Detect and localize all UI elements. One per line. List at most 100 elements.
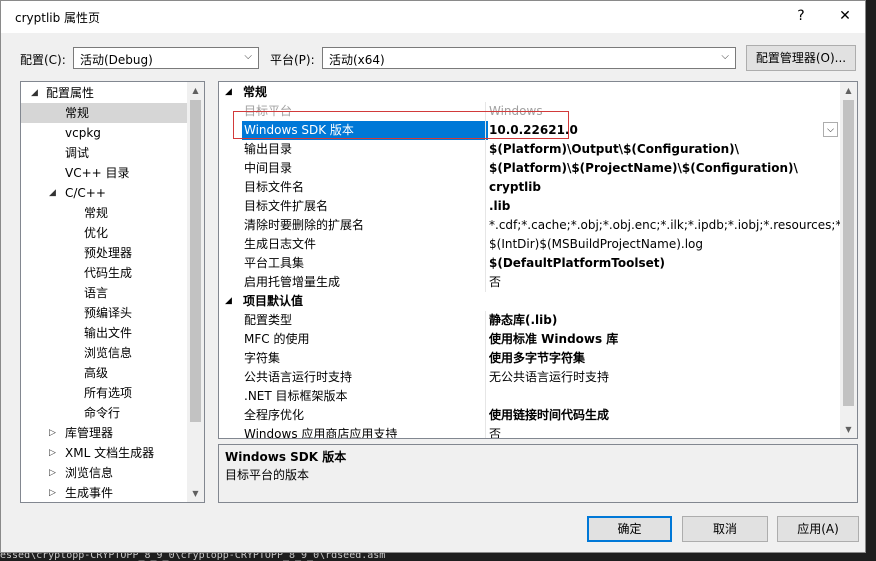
tree-item-vc-directories[interactable]: VC++ 目录 [21,163,187,183]
tree-item-label: 库管理器 [65,426,114,440]
tree-item-librarian[interactable]: ▷ 库管理器 [21,423,187,443]
chevron-down-icon[interactable]: ⌵ [823,122,838,137]
grid-row-charset[interactable]: 字符集 使用多字节字符集 [219,349,840,368]
tree-item-vcpkg[interactable]: vcpkg [21,123,187,143]
expanded-icon[interactable]: ◢ [225,83,232,102]
tree-item-cpp-pch[interactable]: 预编译头 [21,303,187,323]
tree-item-build-events[interactable]: ▷ 生成事件 [21,483,187,502]
tree-item-cpp[interactable]: ◢ C/C++ [21,183,187,203]
grid-category-general[interactable]: ◢ 常规 [219,83,840,102]
config-manager-button[interactable]: 配置管理器(O)... [746,45,856,71]
grid-row-output-dir[interactable]: 输出目录 $(Platform)\Output\$(Configuration)… [219,140,840,159]
collapsed-icon[interactable]: ▷ [49,483,56,502]
tree-item-cpp-advanced[interactable]: 高级 [21,363,187,383]
tree-item-browse-info[interactable]: ▷ 浏览信息 [21,463,187,483]
property-name: 目标平台 [244,104,293,118]
grid-row-build-log[interactable]: 生成日志文件 $(IntDir)$(MSBuildProjectName).lo… [219,235,840,254]
property-name: 中间目录 [244,161,293,175]
grid-row-store-app-support[interactable]: Windows 应用商店应用支持 否 [219,425,840,439]
tree-root-label: 配置属性 [46,86,95,100]
grid-category-project-defaults[interactable]: ◢ 项目默认值 [219,292,840,311]
grid-row-config-type[interactable]: 配置类型 静态库(.lib) [219,311,840,330]
platform-combobox[interactable]: 活动(x64) ⌵ [322,47,736,69]
tree-scrollbar[interactable]: ▲ ▼ [187,82,204,502]
grid-row-platform-toolset[interactable]: 平台工具集 $(DefaultPlatformToolset) [219,254,840,273]
grid-row-target-platform[interactable]: 目标平台 Windows [219,102,840,121]
property-value[interactable]: 10.0.22621.0 [489,121,840,140]
tree-item-cpp-output-files[interactable]: 输出文件 [21,323,187,343]
cancel-button[interactable]: 取消 [682,516,768,542]
grid-row-clean-extensions[interactable]: 清除时要删除的扩展名 *.cdf;*.cache;*.obj;*.obj.enc… [219,216,840,235]
grid-row-dotnet-target[interactable]: .NET 目标框架版本 [219,387,840,406]
grid-row-target-name[interactable]: 目标文件名 cryptlib [219,178,840,197]
title-bar: cryptlib 属性页 ? ✕ [1,1,865,33]
tree-item-cpp-preprocessor[interactable]: 预处理器 [21,243,187,263]
tree-item-label: 语言 [84,286,109,300]
grid-row-clr-support[interactable]: 公共语言运行时支持 无公共语言运行时支持 [219,368,840,387]
config-combobox[interactable]: 活动(Debug) ⌵ [73,47,259,69]
grid-scrollbar[interactable]: ▲ ▼ [840,82,857,438]
tree-item-debugging[interactable]: 调试 [21,143,187,163]
column-divider [485,406,486,425]
property-grid: ◢ 常规 目标平台 Windows Windows SDK 版本 10.0.22… [218,81,858,439]
property-name: 全程序优化 [244,408,305,422]
close-button[interactable]: ✕ [834,6,856,26]
column-divider [485,254,486,273]
property-name: 清除时要删除的扩展名 [244,218,365,232]
grid-row-managed-incremental[interactable]: 启用托管增量生成 否 [219,273,840,292]
tree-item-label: 常规 [84,206,109,220]
scroll-up-icon[interactable]: ▲ [187,82,204,99]
collapsed-icon[interactable]: ▷ [49,463,56,483]
scroll-down-icon[interactable]: ▼ [187,485,204,502]
expanded-icon[interactable]: ◢ [49,183,56,203]
scrollbar-thumb[interactable] [190,100,201,422]
tree-item-label: VC++ 目录 [65,166,130,180]
description-title: Windows SDK 版本 [225,450,347,464]
tree-item-label: 优化 [84,226,109,240]
scrollbar-thumb[interactable] [843,100,854,406]
tree-item-cpp-all-options[interactable]: 所有选项 [21,383,187,403]
tree-item-label: 生成事件 [65,486,114,500]
column-divider [485,178,486,197]
grid-row-windows-sdk-version[interactable]: Windows SDK 版本 10.0.22621.0 ⌵ [219,121,840,140]
property-value: $(Platform)\$(ProjectName)\$(Configurati… [489,161,798,175]
property-name: Windows 应用商店应用支持 [244,427,398,439]
collapsed-icon[interactable]: ▷ [49,443,56,463]
description-panel: Windows SDK 版本 目标平台的版本 [218,444,858,503]
property-value: 使用标准 Windows 库 [489,332,619,346]
column-divider [485,273,486,292]
collapsed-icon[interactable]: ▷ [49,423,56,443]
tree-item-label: 预处理器 [84,246,133,260]
property-name: 公共语言运行时支持 [244,370,353,384]
column-divider [485,387,486,406]
column-divider [485,159,486,178]
scroll-down-icon[interactable]: ▼ [840,421,857,438]
property-pages-dialog: cryptlib 属性页 ? ✕ 配置(C): 活动(Debug) ⌵ 平台(P… [0,0,866,553]
tree-item-label: 所有选项 [84,386,133,400]
grid-row-intermediate-dir[interactable]: 中间目录 $(Platform)\$(ProjectName)\$(Config… [219,159,840,178]
help-button[interactable]: ? [790,6,812,26]
tree-item-cpp-language[interactable]: 语言 [21,283,187,303]
expanded-icon[interactable]: ◢ [31,83,38,103]
tree-item-cpp-codegen[interactable]: 代码生成 [21,263,187,283]
category-label: 常规 [243,85,268,99]
grid-row-mfc-use[interactable]: MFC 的使用 使用标准 Windows 库 [219,330,840,349]
grid-row-whole-program-opt[interactable]: 全程序优化 使用链接时间代码生成 [219,406,840,425]
tree-item-xml-doc[interactable]: ▷ XML 文档生成器 [21,443,187,463]
property-name: 生成日志文件 [244,237,317,251]
property-name: Windows SDK 版本 [242,121,488,140]
grid-row-target-ext[interactable]: 目标文件扩展名 .lib [219,197,840,216]
tree-item-cpp-general[interactable]: 常规 [21,203,187,223]
scroll-up-icon[interactable]: ▲ [840,82,857,99]
ok-button[interactable]: 确定 [587,516,672,542]
property-value: 静态库(.lib) [489,313,558,327]
tree-item-general[interactable]: 常规 [21,103,187,123]
tree-item-cpp-browse[interactable]: 浏览信息 [21,343,187,363]
tree-root[interactable]: ◢ 配置属性 [21,83,187,103]
property-value: 否 [489,427,502,439]
tree-item-cpp-command-line[interactable]: 命令行 [21,403,187,423]
tree-item-cpp-optimization[interactable]: 优化 [21,223,187,243]
apply-button[interactable]: 应用(A) [777,516,859,542]
expanded-icon[interactable]: ◢ [225,292,232,311]
property-name: 目标文件名 [244,180,305,194]
